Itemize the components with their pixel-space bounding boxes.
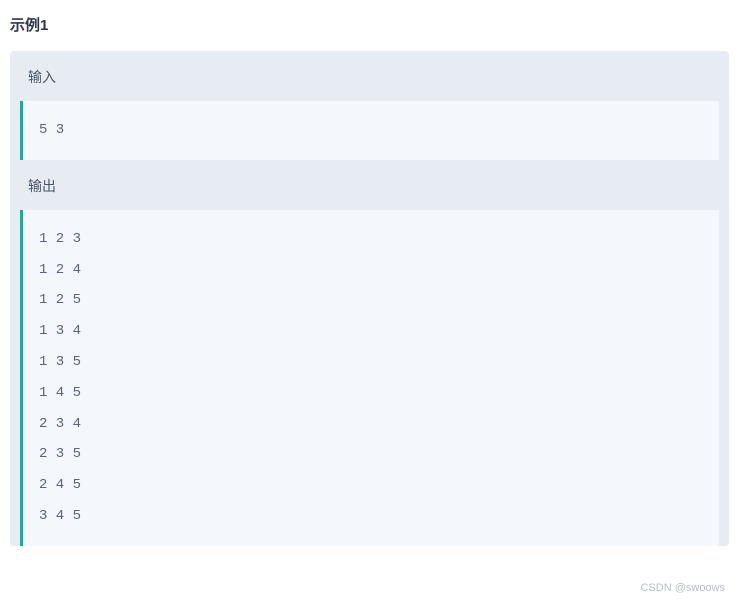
input-code-block: 5 3 [20,101,719,160]
page-title: 示例1 [0,0,739,45]
output-section-header: 输出 [10,160,729,210]
input-section-header: 输入 [10,51,729,101]
output-code-block: 1 2 3 1 2 4 1 2 5 1 3 4 1 3 5 1 4 5 2 3 … [20,210,719,546]
example-container: 输入 5 3 输出 1 2 3 1 2 4 1 2 5 1 3 4 1 3 5 … [10,51,729,546]
watermark: CSDN @swoows [640,582,725,594]
